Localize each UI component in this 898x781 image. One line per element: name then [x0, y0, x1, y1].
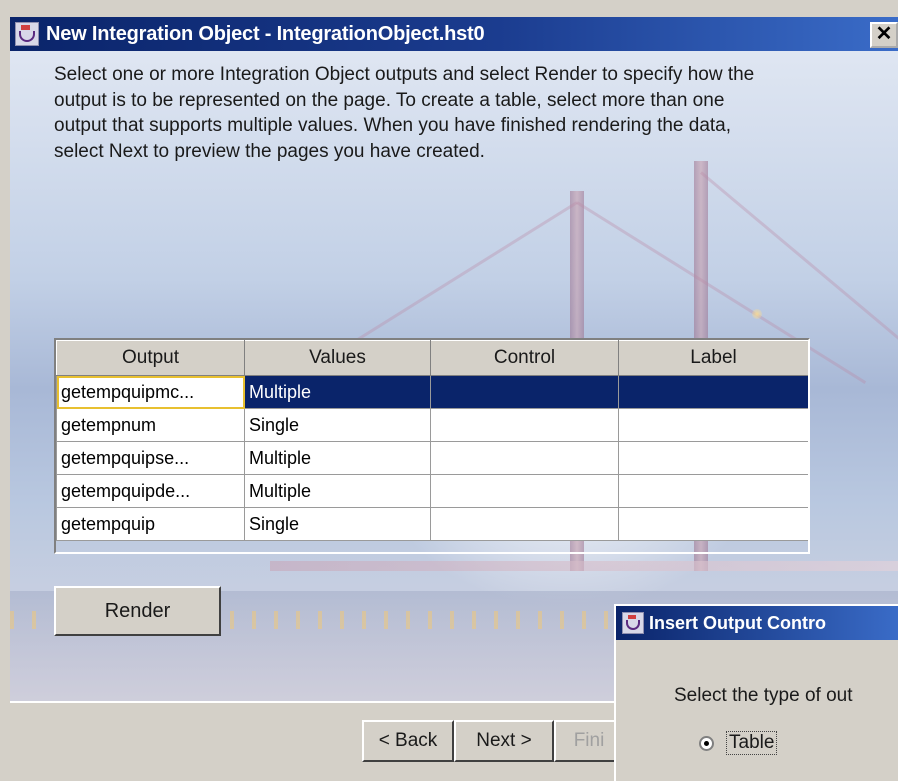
cell-output[interactable]: getempquipse...	[56, 441, 245, 475]
table-row[interactable]: getempquipse... Multiple	[56, 441, 808, 475]
outputs-table[interactable]: Output Values Control Label getempquipmc…	[54, 338, 810, 554]
table-header-row: Output Values Control Label	[56, 340, 808, 376]
cell-control[interactable]	[430, 507, 619, 541]
cell-label[interactable]	[618, 408, 808, 442]
close-button[interactable]: ✕	[870, 22, 898, 48]
cell-control[interactable]	[430, 408, 619, 442]
wizard-window: New Integration Object - IntegrationObje…	[0, 0, 898, 781]
cell-values[interactable]: Multiple	[244, 375, 431, 409]
table-row[interactable]: getempnum Single	[56, 408, 808, 442]
cell-output[interactable]: getempquipmc...	[56, 375, 245, 409]
column-header-values[interactable]: Values	[244, 340, 431, 376]
table-row[interactable]: getempquipde... Multiple	[56, 474, 808, 508]
cell-control[interactable]	[430, 474, 619, 508]
column-header-output[interactable]: Output	[56, 340, 245, 376]
cell-values[interactable]: Multiple	[244, 441, 431, 475]
close-icon: ✕	[875, 23, 893, 45]
column-header-control[interactable]: Control	[430, 340, 619, 376]
insert-output-control-dialog: Insert Output Contro Select the type of …	[614, 604, 898, 781]
table-radio-option[interactable]: Table	[699, 731, 778, 755]
bridge-deck	[270, 561, 898, 571]
java-cup-icon	[622, 612, 644, 634]
java-cup-icon	[15, 22, 39, 46]
cell-output[interactable]: getempquip	[56, 507, 245, 541]
cell-output[interactable]: getempquipde...	[56, 474, 245, 508]
next-button[interactable]: Next >	[454, 720, 554, 762]
cell-values[interactable]: Single	[244, 507, 431, 541]
cell-control[interactable]	[430, 441, 619, 475]
title-bar[interactable]: New Integration Object - IntegrationObje…	[10, 17, 898, 51]
cell-label[interactable]	[618, 375, 808, 409]
instructions-text: Select one or more Integration Object ou…	[54, 64, 755, 162]
dialog-prompt: Select the type of out	[674, 685, 853, 706]
cell-values[interactable]: Multiple	[244, 474, 431, 508]
column-header-label[interactable]: Label	[618, 340, 808, 376]
cell-output[interactable]: getempnum	[56, 408, 245, 442]
table-row-selected[interactable]: getempquipmc... Multiple	[56, 375, 808, 409]
window-title: New Integration Object - IntegrationObje…	[46, 22, 485, 45]
cell-control[interactable]	[430, 375, 619, 409]
cell-label[interactable]	[618, 507, 808, 541]
dialog-title: Insert Output Contro	[649, 612, 826, 633]
table-radio-label[interactable]: Table	[726, 731, 778, 755]
cell-values[interactable]: Single	[244, 408, 431, 442]
dialog-title-bar[interactable]: Insert Output Contro	[616, 606, 898, 640]
light-dot	[752, 309, 762, 319]
cell-label[interactable]	[618, 441, 808, 475]
radio-selected-icon[interactable]	[699, 735, 714, 751]
back-button[interactable]: < Back	[362, 720, 454, 762]
table-row[interactable]: getempquip Single	[56, 507, 808, 541]
render-button[interactable]: Render	[54, 586, 221, 636]
cell-label[interactable]	[618, 474, 808, 508]
